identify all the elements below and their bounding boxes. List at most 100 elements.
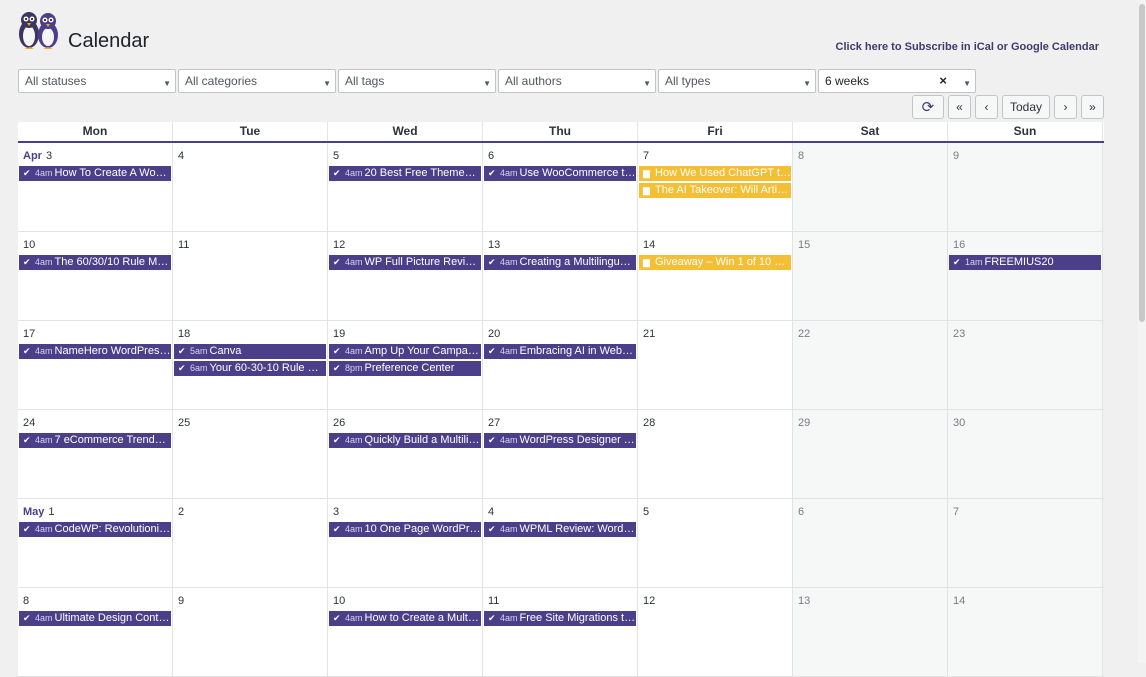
published-event[interactable]: ✔ 5am Canva — [174, 344, 326, 359]
month-label: Apr — [23, 150, 42, 162]
day-number: 6 — [798, 506, 804, 518]
refresh-button[interactable]: ⟳ — [911, 95, 944, 119]
day-cell[interactable]: 3 ✔ 4am10 One Page WordPress Themes — [328, 499, 483, 587]
checkmark-icon: ✔ — [178, 363, 186, 373]
day-cell[interactable]: 16 ✔ 1am FREEMIUS20 — [948, 232, 1103, 320]
penguins-logo-icon — [19, 12, 58, 49]
published-event[interactable]: ✔ 4amWordPress Designer Tools — [484, 433, 636, 448]
day-number: 6 — [488, 150, 494, 162]
author-filter[interactable]: All authors ▼ — [498, 69, 656, 93]
day-number: 13 — [488, 239, 500, 251]
day-cell[interactable]: 23 — [948, 321, 1103, 409]
clear-icon[interactable]: × — [939, 74, 947, 87]
day-number-text: 26 — [333, 417, 346, 429]
day-cell[interactable]: 8 — [793, 143, 948, 231]
first-button[interactable]: « — [947, 95, 971, 119]
day-cell[interactable]: 18 ✔ 5am Canva ✔ 6am Your 60-30-10 Rule Guide — [173, 321, 328, 409]
published-event[interactable]: ✔ 4amQuickly Build a Multilingual Site — [329, 433, 481, 448]
event-title: 7 eCommerce Trends to Watch — [54, 434, 171, 446]
day-cell[interactable]: 4 ✔ 4amWPML Review: WordPress Multilingual — [483, 499, 638, 587]
day-cell[interactable]: 19 ✔ 4am Amp Up Your Campaigns ✔ 8pm Preferenc… — [328, 321, 483, 409]
day-cell[interactable]: 25 — [173, 410, 328, 498]
day-cell[interactable]: 6 — [793, 499, 948, 587]
day-cell[interactable]: 20 ✔ 4amEmbracing AI in Web Design — [483, 321, 638, 409]
published-event[interactable]: ✔ 4amNameHero WordPress Hosting Review — [19, 344, 171, 359]
published-event[interactable]: ✔ 4am7 eCommerce Trends to Watch — [19, 433, 171, 448]
published-event[interactable]: ✔ 4am20 Best Free Themes for WordPress — [329, 166, 481, 181]
checkmark-icon: ✔ — [333, 363, 341, 373]
day-cell[interactable]: 21 — [638, 321, 793, 409]
checkmark-icon: ✔ — [953, 257, 961, 267]
day-events: ✔ 4amThe 60/30/10 Rule Made Simple — [19, 255, 171, 272]
day-number-text: 12 — [643, 595, 656, 607]
weeks-filter[interactable]: 6 weeks × ▼ — [818, 69, 976, 93]
published-event[interactable]: ✔ 4amUse WooCommerce to Sell Online — [484, 166, 636, 181]
day-cell[interactable]: Apr3 ✔ 4amHow To Create A WooCommerce Stor… — [18, 143, 173, 231]
published-event[interactable]: ✔ 4amUltimate Design Control for WordPres… — [19, 611, 171, 626]
day-number: 27 — [488, 417, 500, 429]
prev-button[interactable]: ‹ — [974, 95, 998, 119]
published-event[interactable]: ✔ 4amHow To Create A WooCommerce Store — [19, 166, 171, 181]
published-event[interactable]: ✔ 4amFree Site Migrations to Hosting — [484, 611, 636, 626]
type-filter[interactable]: All types ▼ — [658, 69, 816, 93]
day-cell[interactable]: 27 ✔ 4amWordPress Designer Tools — [483, 410, 638, 498]
day-cell[interactable]: 7 ▆ How We Used ChatGPT to Write Content ▆ T… — [638, 143, 793, 231]
day-cell[interactable]: 15 — [793, 232, 948, 320]
day-cell[interactable]: 17 ✔ 4amNameHero WordPress Hosting Review — [18, 321, 173, 409]
chevron-down-icon: ▼ — [323, 79, 331, 88]
day-cell[interactable]: 5 ✔ 4am20 Best Free Themes for WordPress — [328, 143, 483, 231]
day-cell[interactable]: 2 — [173, 499, 328, 587]
day-number: 11 — [178, 239, 189, 251]
day-number: 9 — [178, 595, 184, 607]
published-event[interactable]: ✔ 4am Amp Up Your Campaigns — [329, 344, 481, 359]
day-number: 5 — [643, 506, 649, 518]
day-events: ✔ 4amFree Site Migrations to Hosting — [484, 611, 636, 628]
day-cell[interactable]: 11 — [173, 232, 328, 320]
day-cell[interactable]: 6 ✔ 4amUse WooCommerce to Sell Online — [483, 143, 638, 231]
draft-event[interactable]: ▆ How We Used ChatGPT to Write Content — [639, 166, 791, 181]
draft-event[interactable]: ▆ Giveaway – Win 1 of 10 Online Licenses — [639, 255, 791, 270]
checkmark-icon: ✔ — [23, 257, 31, 267]
scrollbar-thumb[interactable] — [1139, 4, 1145, 322]
today-button[interactable]: Today — [1001, 95, 1050, 119]
day-number-text: 4 — [488, 506, 495, 518]
published-event[interactable]: ✔ 8pm Preference Center — [329, 361, 481, 376]
day-cell[interactable]: 22 — [793, 321, 948, 409]
event-time: 4am — [35, 435, 53, 445]
published-event[interactable]: ✔ 1am FREEMIUS20 — [949, 255, 1101, 270]
event-time: 4am — [35, 346, 53, 356]
published-event[interactable]: ✔ 4amCreating a Multilingual Website — [484, 255, 636, 270]
day-cell[interactable]: 26 ✔ 4amQuickly Build a Multilingual Site — [328, 410, 483, 498]
day-cell[interactable]: 14 ▆ Giveaway – Win 1 of 10 Online License… — [638, 232, 793, 320]
day-cell[interactable]: 28 — [638, 410, 793, 498]
category-filter[interactable]: All categories ▼ — [178, 69, 336, 93]
last-button[interactable]: » — [1081, 95, 1104, 119]
day-cell[interactable]: 10 ✔ 4amThe 60/30/10 Rule Made Simple — [18, 232, 173, 320]
published-event[interactable]: ✔ 6am Your 60-30-10 Rule Guide — [174, 361, 326, 376]
day-cell[interactable]: 29 — [793, 410, 948, 498]
scrollbar[interactable] — [1138, 0, 1146, 663]
day-cell[interactable]: 9 — [948, 143, 1103, 231]
published-event[interactable]: ✔ 4amEmbracing AI in Web Design — [484, 344, 636, 359]
next-button[interactable]: › — [1054, 95, 1077, 119]
draft-event[interactable]: ▆ The AI Takeover: Will Artificial Intell… — [639, 183, 791, 198]
subscribe-link[interactable]: Click here to Subscribe in iCal or Googl… — [836, 41, 1099, 53]
day-cell[interactable]: May1 ✔ 4amCodeWP: Revolutionizing WordPres… — [18, 499, 173, 587]
published-event[interactable]: ✔ 4amWP Full Picture Review 2023 — [329, 255, 481, 270]
day-cell[interactable]: 4 — [173, 143, 328, 231]
published-event[interactable]: ✔ 4amCodeWP: Revolutionizing WordPress — [19, 522, 171, 537]
published-event[interactable]: ✔ 4am10 One Page WordPress Themes — [329, 522, 481, 537]
day-cell[interactable]: 12 ✔ 4amWP Full Picture Review 2023 — [328, 232, 483, 320]
published-event[interactable]: ✔ 4amHow to Create a Multilingual Site — [329, 611, 481, 626]
day-cell[interactable]: 5 — [638, 499, 793, 587]
published-event[interactable]: ✔ 4amWPML Review: WordPress Multilingual — [484, 522, 636, 537]
day-cell[interactable]: 24 ✔ 4am7 eCommerce Trends to Watch — [18, 410, 173, 498]
published-event[interactable]: ✔ 4amThe 60/30/10 Rule Made Simple — [19, 255, 171, 270]
day-cell[interactable]: 30 — [948, 410, 1103, 498]
day-number-text: 28 — [643, 417, 656, 429]
day-cell[interactable]: 7 — [948, 499, 1103, 587]
day-events: ✔ 4amCreating a Multilingual Website — [484, 255, 636, 272]
day-cell[interactable]: 13 ✔ 4amCreating a Multilingual Website — [483, 232, 638, 320]
status-filter[interactable]: All statuses ▼ — [18, 69, 176, 93]
tag-filter[interactable]: All tags ▼ — [338, 69, 496, 93]
